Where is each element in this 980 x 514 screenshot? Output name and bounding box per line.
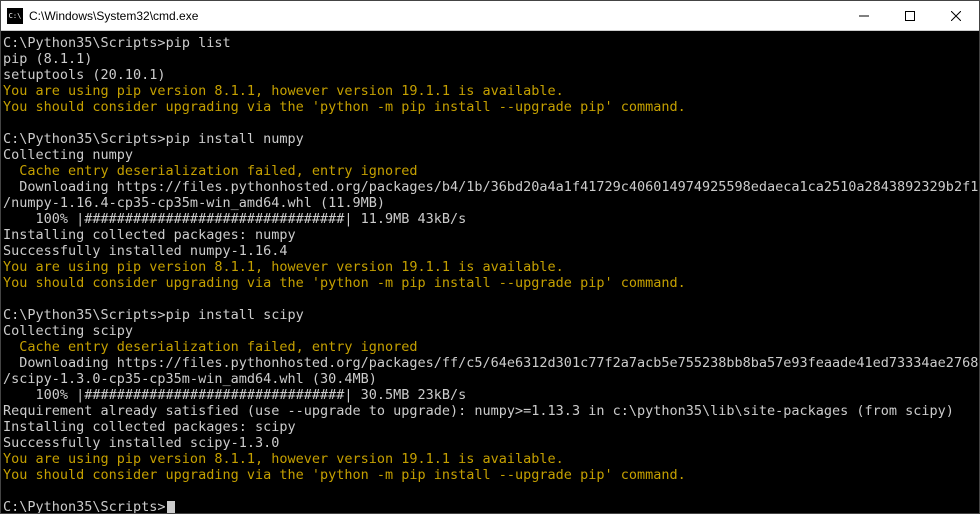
cmd-line: C:\Python35\Scripts>pip install numpy (3, 131, 977, 147)
cmd-window: C:\Windows\System32\cmd.exe C:\Python35\… (0, 0, 980, 514)
output-line: /scipy-1.3.0-cp35-cp35m-win_amd64.whl (3… (3, 371, 977, 387)
warning-line: Cache entry deserialization failed, entr… (3, 163, 977, 179)
progress-line: 100% |################################| … (3, 211, 977, 227)
maximize-button[interactable] (887, 1, 933, 31)
output-line: Collecting numpy (3, 147, 977, 163)
cursor (167, 501, 175, 513)
warning-line: You are using pip version 8.1.1, however… (3, 83, 977, 99)
output-line: Downloading https://files.pythonhosted.o… (3, 355, 977, 371)
progress-line: 100% |################################| … (3, 387, 977, 403)
cmd-icon (7, 8, 23, 24)
warning-line: You should consider upgrading via the 'p… (3, 275, 977, 291)
output-line: Requirement already satisfied (use --upg… (3, 403, 977, 419)
output-line: Installing collected packages: numpy (3, 227, 977, 243)
blank-line (3, 291, 977, 307)
minimize-button[interactable] (841, 1, 887, 31)
output-line: setuptools (20.10.1) (3, 67, 977, 83)
blank-line (3, 115, 977, 131)
output-line: Collecting scipy (3, 323, 977, 339)
terminal-output[interactable]: C:\Python35\Scripts>pip listpip (8.1.1)s… (1, 31, 979, 513)
warning-line: You should consider upgrading via the 'p… (3, 99, 977, 115)
blank-line (3, 483, 977, 499)
warning-line: You are using pip version 8.1.1, however… (3, 259, 977, 275)
warning-line: You are using pip version 8.1.1, however… (3, 451, 977, 467)
cmd-line: C:\Python35\Scripts>pip install scipy (3, 307, 977, 323)
output-line: Successfully installed numpy-1.16.4 (3, 243, 977, 259)
cmd-line: C:\Python35\Scripts>pip list (3, 35, 977, 51)
output-line: Downloading https://files.pythonhosted.o… (3, 179, 977, 195)
warning-line: Cache entry deserialization failed, entr… (3, 339, 977, 355)
titlebar[interactable]: C:\Windows\System32\cmd.exe (1, 1, 979, 31)
warning-line: You should consider upgrading via the 'p… (3, 467, 977, 483)
output-line: /numpy-1.16.4-cp35-cp35m-win_amd64.whl (… (3, 195, 977, 211)
output-line: Successfully installed scipy-1.3.0 (3, 435, 977, 451)
window-title: C:\Windows\System32\cmd.exe (29, 9, 841, 23)
output-line: Installing collected packages: scipy (3, 419, 977, 435)
prompt-line: C:\Python35\Scripts> (3, 499, 977, 513)
output-line: pip (8.1.1) (3, 51, 977, 67)
close-button[interactable] (933, 1, 979, 31)
